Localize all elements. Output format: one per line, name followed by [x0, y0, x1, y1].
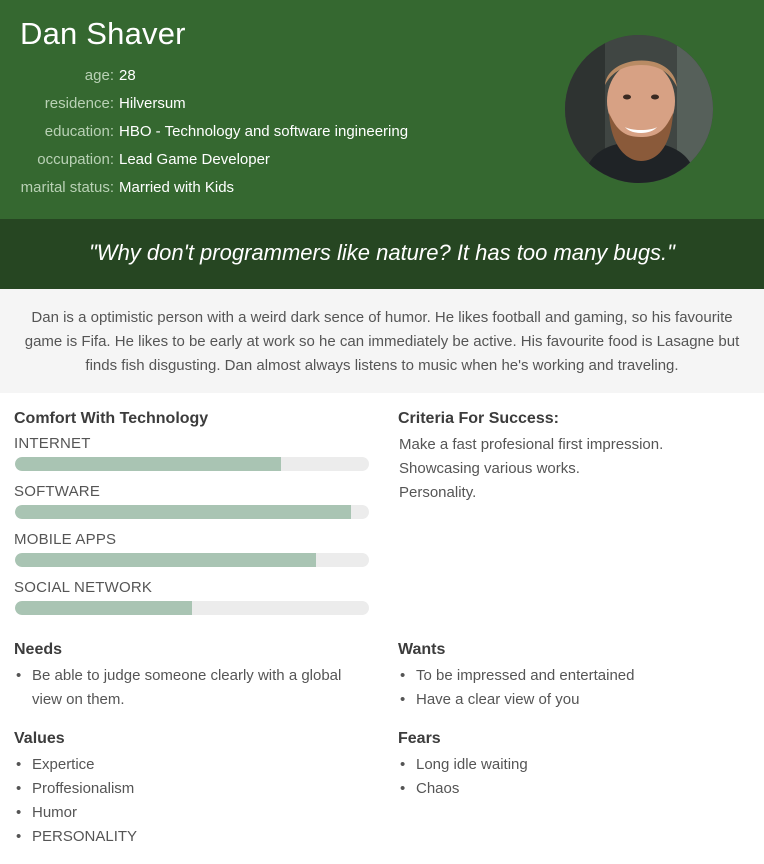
- info-label: residence:: [44, 95, 114, 112]
- wants-heading: Wants: [398, 641, 446, 658]
- list-item: Proffesionalism: [14, 777, 364, 801]
- wants-list: To be impressed and entertained Have a c…: [398, 664, 748, 712]
- success-item: Showcasing various works.: [399, 460, 580, 477]
- needs-list: Be able to judge someone clearly with a …: [14, 664, 364, 712]
- info-value: 28: [119, 67, 136, 84]
- skill-bar-internet: [15, 457, 369, 471]
- list-item: Have a clear view of you: [398, 688, 748, 712]
- info-label: marital status:: [20, 179, 114, 196]
- persona-quote: "Why don't programmers like nature? It h…: [89, 240, 675, 265]
- skill-bar-fill: [15, 601, 192, 615]
- skill-label-social-network: SOCIAL NETWORK: [14, 579, 153, 596]
- fears-list: Long idle waiting Chaos: [398, 753, 748, 801]
- success-item: Personality.: [399, 484, 477, 501]
- info-value: Hilversum: [119, 95, 186, 112]
- persona-bio: Dan is a optimistic person with a weird …: [24, 309, 740, 374]
- list-item: To be impressed and entertained: [398, 664, 748, 688]
- list-item: Chaos: [398, 777, 748, 801]
- info-value: HBO - Technology and software ingineerin…: [119, 123, 409, 140]
- list-item: PERSONALITY: [14, 825, 364, 849]
- success-item: Make a fast profesional first impression…: [399, 436, 664, 453]
- technology-heading: Comfort With Technology: [14, 410, 209, 427]
- skill-bar-fill: [15, 457, 281, 471]
- info-row-residence: residence: Hilversum: [0, 92, 600, 116]
- skill-bar-fill: [15, 505, 352, 519]
- skill-label-internet: INTERNET: [14, 435, 91, 452]
- skill-bar-mobile-apps: [15, 553, 369, 567]
- list-item: Be able to judge someone clearly with a …: [14, 664, 364, 712]
- info-label: education:: [44, 123, 114, 140]
- quote-bar: "Why don't programmers like nature? It h…: [0, 219, 764, 289]
- info-row-occupation: occupation: Lead Game Developer: [0, 148, 600, 172]
- persona-name: Dan Shaver: [20, 16, 186, 51]
- skill-label-software: SOFTWARE: [14, 483, 101, 500]
- info-label: age:: [84, 67, 114, 84]
- info-value: Married with Kids: [119, 179, 235, 196]
- profile-photo-icon: [565, 35, 713, 183]
- list-item: Expertice: [14, 753, 364, 777]
- skill-bar-software: [15, 505, 369, 519]
- values-list: Expertice Proffesionalism Humor PERSONAL…: [14, 753, 364, 849]
- fears-heading: Fears: [398, 730, 441, 747]
- skill-bar-fill: [15, 553, 316, 567]
- skill-label-mobile-apps: MOBILE APPS: [14, 531, 117, 548]
- values-heading: Values: [14, 730, 65, 747]
- needs-heading: Needs: [14, 641, 63, 658]
- bio-section: Dan is a optimistic person with a weird …: [0, 289, 764, 393]
- info-label: occupation:: [37, 151, 114, 168]
- success-heading: Criteria For Success:: [398, 410, 559, 427]
- avatar: [565, 35, 713, 183]
- list-item: Long idle waiting: [398, 753, 748, 777]
- list-item: Humor: [14, 801, 364, 825]
- info-value: Lead Game Developer: [119, 151, 270, 168]
- info-row-education: education: HBO - Technology and software…: [0, 120, 600, 144]
- info-row-age: age: 28: [0, 64, 600, 88]
- info-row-marital-status: marital status: Married with Kids: [0, 176, 600, 200]
- profile-header: Dan Shaver age: 28 residence: Hilversum …: [0, 0, 764, 219]
- skill-bar-social-network: [15, 601, 369, 615]
